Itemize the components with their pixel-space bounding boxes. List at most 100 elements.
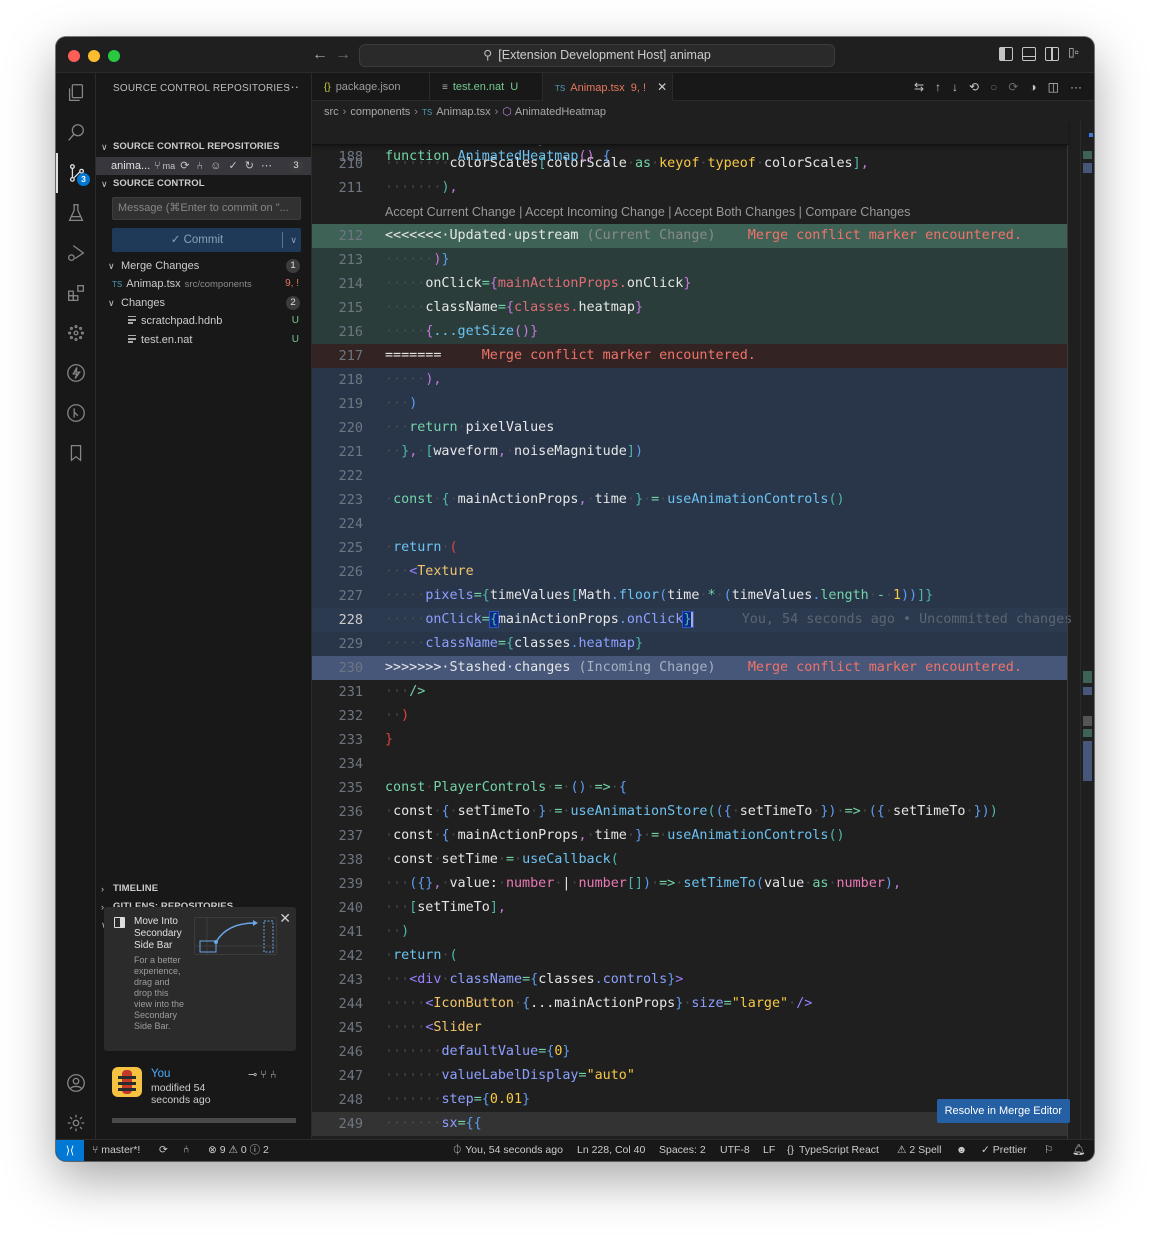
remote-indicator-icon[interactable]: ⟩⟨ (56, 1140, 84, 1161)
commit-author[interactable]: You (151, 1068, 170, 1080)
command-center[interactable]: ⚲ [Extension Development Host] animap (359, 44, 835, 67)
file-icon: ≡ (442, 82, 448, 93)
next-revision-icon[interactable]: ⟳ (1008, 80, 1018, 94)
more-icon[interactable]: ⋯ (261, 160, 274, 172)
sync-icon[interactable]: ⟳ (159, 1140, 168, 1161)
list-item[interactable]: scratchpad.hdnb U (96, 312, 311, 330)
forward-arrow-icon[interactable]: → (335, 46, 351, 64)
branch-icon[interactable]: ⑂ (260, 1069, 270, 1081)
account-icon[interactable] (56, 1063, 96, 1103)
bookmark-icon[interactable] (56, 433, 96, 473)
notifications-bell-icon[interactable]: 🔔︎ (1072, 1140, 1085, 1161)
previous-revision-icon[interactable]: ⟲ (969, 80, 979, 94)
source-control-icon[interactable]: 3 (56, 153, 96, 193)
previous-conflict-icon[interactable]: ↑ (935, 80, 941, 94)
problems-status[interactable]: ⊗ 9 ⚠ 0 ⓘ 2 (208, 1140, 269, 1161)
maximize-window-button[interactable] (108, 50, 120, 62)
author-avatar (112, 1067, 142, 1097)
extensions-icon[interactable] (56, 273, 96, 313)
pin-icon[interactable]: ⊸ (248, 1069, 260, 1081)
breadcrumb-item[interactable]: Animap.tsx (436, 106, 490, 118)
sparkle-icon[interactable] (56, 313, 96, 353)
customize-layout-icon[interactable] (1068, 45, 1082, 61)
gitlens-icon[interactable] (56, 393, 96, 433)
lightning-icon[interactable] (56, 353, 96, 393)
changes-group[interactable]: ∨ Changes 2 (96, 294, 311, 312)
branch-icon[interactable]: ⑂ (154, 160, 163, 172)
copilot-icon[interactable]: ☻ (956, 1140, 967, 1161)
timeline-icon[interactable]: ○ (990, 80, 997, 94)
tab-test-en-nat[interactable]: ≡ test.en.nat U (430, 73, 543, 101)
code-line: 238 ·const·setTime·=·useCallback( (338, 852, 619, 868)
code-line: 243 ···<div·className={classes.controls}> (338, 972, 684, 988)
editor-actions: ⇆ ↑ ↓ ⟲ ○ ⟳ ◑ ◫ ··· (914, 80, 1082, 94)
back-arrow-icon[interactable]: ← (312, 46, 328, 64)
scrollbar[interactable] (112, 1118, 296, 1123)
compare-icon[interactable]: ⑃ (270, 1069, 280, 1081)
breadcrumb-item[interactable]: src (324, 106, 339, 118)
tab-package-json[interactable]: {} package.json (312, 73, 430, 101)
encoding[interactable]: UTF-8 (720, 1140, 750, 1161)
commit-message-input[interactable]: Message (⌘Enter to commit on "... (112, 197, 301, 220)
branch-status[interactable]: ⑂ master*! (92, 1140, 140, 1161)
source-control-section-header[interactable]: ∨ SOURCE CONTROL (96, 175, 311, 193)
merge-codelens-actions[interactable]: Accept Current Change | Accept Incoming … (385, 200, 910, 224)
close-icon[interactable]: ✕ (279, 910, 291, 927)
resolve-in-merge-editor-button[interactable]: Resolve in Merge Editor (936, 1099, 1070, 1123)
gitlens-toggle-icon[interactable]: ◑ (1029, 80, 1036, 94)
cursor-position[interactable]: Ln 228, Col 40 (577, 1140, 645, 1161)
code-editor[interactable]: 188function AnimatedHeatmap() { 209·····… (312, 121, 1094, 1139)
feedback-icon[interactable]: ⚐ (1044, 1140, 1053, 1161)
refresh-icon[interactable]: ↻ (245, 160, 256, 172)
breadcrumb-item[interactable]: AnimatedHeatmap (515, 106, 606, 118)
files-icon[interactable] (56, 73, 96, 113)
typescript-file-icon: TS (112, 280, 123, 289)
braces-icon: {} (787, 1144, 795, 1156)
sync-icon[interactable]: ⟳ (180, 160, 191, 172)
more-actions-icon[interactable]: ··· (286, 79, 299, 94)
code-line: 221 ··},·[waveform,·noiseMagnitude]) (312, 440, 1068, 464)
tab-animap-tsx[interactable]: TS Animap.tsx 9, ! ✕ (543, 73, 673, 101)
overview-ruler[interactable] (1080, 121, 1094, 1139)
toggle-panel-icon[interactable] (1022, 47, 1036, 61)
next-conflict-icon[interactable]: ↓ (952, 80, 958, 94)
sticky-scroll-line[interactable]: 188 function AnimatedHeatmap() { (312, 121, 1068, 165)
toggle-primary-sidebar-icon[interactable] (999, 47, 1013, 61)
list-item[interactable]: TS Animap.tsx src/components 9, ! (96, 275, 311, 293)
repository-row[interactable]: anima... ⑂ma ⟳ ⑃ ☺ ✓ ↻ ⋯ 3 (96, 157, 311, 175)
prettier-status[interactable]: ✓ Prettier (981, 1140, 1027, 1161)
commit-dropdown-icon[interactable]: ∨ (290, 228, 297, 252)
gear-icon[interactable] (56, 1103, 96, 1143)
spell-status[interactable]: ⚠ 2 Spell (897, 1140, 941, 1161)
breadcrumb-item[interactable]: components (350, 106, 410, 118)
list-item[interactable]: test.en.nat U (96, 331, 311, 349)
commit-button[interactable]: ✓ Commit ∨ (112, 228, 301, 252)
debug-icon[interactable] (56, 233, 96, 273)
end-of-line[interactable]: LF (763, 1140, 775, 1161)
blame-status[interactable]: ⏀ You, 54 seconds ago (452, 1140, 563, 1161)
code-line: 246 ·······defaultValue={0} (338, 1044, 571, 1060)
graph-icon[interactable]: ⑃ (196, 160, 205, 172)
close-tab-icon[interactable]: ✕ (657, 80, 667, 94)
check-icon[interactable]: ✓ (228, 160, 239, 172)
open-changes-icon[interactable]: ⇆ (914, 80, 924, 94)
minimize-window-button[interactable] (88, 50, 100, 62)
toggle-secondary-sidebar-icon[interactable] (1045, 47, 1059, 61)
close-window-button[interactable] (68, 50, 80, 62)
search-icon[interactable] (56, 113, 96, 153)
split-editor-icon[interactable]: ◫ (1048, 80, 1059, 94)
more-actions-icon[interactable]: ··· (1070, 80, 1082, 94)
gitlens-graph-icon[interactable]: ⑃ (183, 1140, 189, 1161)
code-line: 233} (338, 732, 394, 748)
smiley-icon[interactable]: ☺ (210, 160, 223, 172)
commit-actions: ⊸⑂⑃ (248, 1068, 279, 1081)
code-line: 235 const·PlayerControls·=·()·=>·{ (338, 780, 627, 796)
drag-illustration (194, 917, 278, 956)
repositories-section-header[interactable]: ∨ SOURCE CONTROL REPOSITORIES (96, 138, 311, 156)
indentation[interactable]: Spaces: 2 (659, 1140, 706, 1161)
language-mode[interactable]: {} TypeScript React (787, 1140, 879, 1161)
flask-icon[interactable] (56, 193, 96, 233)
timeline-section-header[interactable]: › TIMELINE (96, 880, 311, 898)
merge-changes-group[interactable]: ∨ Merge Changes 1 (96, 257, 311, 275)
code-line: 234 (338, 756, 363, 772)
